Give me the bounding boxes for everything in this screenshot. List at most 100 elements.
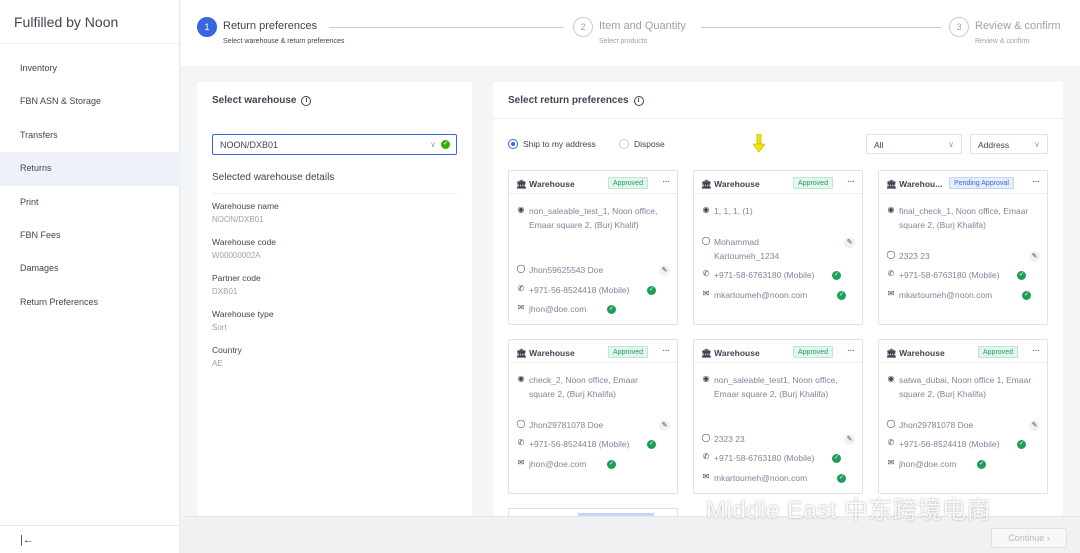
card-title: Warehouse <box>899 348 945 358</box>
divider <box>509 193 677 194</box>
user-icon: ◯ <box>701 433 711 442</box>
step-title: Return preferences <box>223 20 318 32</box>
field-value: AE <box>212 359 223 368</box>
card-address: final_check_1, Noon office, Emaar square… <box>899 206 1029 230</box>
more-options-icon[interactable]: ··· <box>1032 176 1040 187</box>
divider <box>694 193 862 194</box>
sidebar-nav: Inventory FBN ASN & Storage Transfers Re… <box>0 52 180 319</box>
card-phone: +971-58-6763180 (Mobile) <box>714 453 815 463</box>
card-header: 🏛 Warehouse <box>701 179 766 190</box>
card-contact-name: 2323 23 <box>899 251 930 261</box>
field-value: W00000002A <box>212 251 261 260</box>
verified-icon: ✓ <box>1022 291 1031 300</box>
verified-icon: ✓ <box>837 474 846 483</box>
continue-button[interactable]: Continue › <box>991 528 1067 548</box>
watermark: Middle East 中东跨境电商 <box>706 497 992 524</box>
status-badge: Approved <box>793 346 833 358</box>
address-card[interactable]: 🏛 Warehouse Approved ··· ◉ satwa_dubai, Noon… <box>878 339 1048 494</box>
location-pin-icon: ◉ <box>517 374 525 383</box>
user-icon: ◯ <box>516 264 526 273</box>
sidebar-item-return-preferences[interactable]: Return Preferences <box>0 286 180 319</box>
address-card[interactable]: 🏛 Warehouse Approved ··· ◉ check_2, Noon off… <box>508 339 678 494</box>
verified-icon: ✓ <box>977 460 986 469</box>
edit-icon[interactable]: ✎ <box>844 237 855 248</box>
divider <box>879 362 1047 363</box>
info-icon[interactable]: i <box>633 96 644 106</box>
more-options-icon[interactable]: ··· <box>662 176 670 187</box>
step-subtitle: Select warehouse & return preferences <box>223 38 345 45</box>
warehouse-panel: Select warehouse i NOON/DXB01 ∨ ✓ Selecte… <box>197 82 472 522</box>
sidebar-item-fbn-fees[interactable]: FBN Fees <box>0 219 180 252</box>
ship-radio[interactable] <box>508 139 518 149</box>
card-phone: +971-58-6763180 (Mobile) <box>714 270 815 280</box>
warehouse-panel-title: Select warehouse i <box>212 95 312 106</box>
divider <box>493 118 1063 119</box>
card-email: mkartoumeh@noon.com <box>899 290 993 300</box>
card-email: jhon@doe.com <box>899 459 957 469</box>
card-title: Warehouse <box>714 179 760 189</box>
details-title: Selected warehouse details <box>212 172 335 183</box>
sidebar-item-returns[interactable]: Returns <box>0 152 180 186</box>
edit-icon[interactable]: ✎ <box>659 265 670 276</box>
step-number: 3 <box>949 17 969 37</box>
address-card[interactable]: 🏛 Warehouse Approved ··· ◉ non_saleable_test… <box>693 339 863 494</box>
field-label: Warehouse type <box>212 309 274 319</box>
address-card[interactable]: 🏛 Warehou... Pending Approval ··· ◉ final_ch… <box>878 170 1048 325</box>
step-number: 1 <box>197 17 217 37</box>
step-subtitle: Select products <box>599 38 648 45</box>
sidebar-item-transfers[interactable]: Transfers <box>0 119 180 152</box>
sidebar-item-damages[interactable]: Damages <box>0 252 180 285</box>
card-address: non_saleable_test_1, Noon office, Emaar … <box>529 206 658 230</box>
user-icon: ◯ <box>886 250 896 259</box>
more-options-icon[interactable]: ··· <box>847 176 855 187</box>
user-icon: ◯ <box>701 236 711 245</box>
address-card[interactable]: 🏛 Warehouse Approved ··· ◉ non_saleable_test… <box>508 170 678 325</box>
bank-icon: 🏛 <box>516 179 527 189</box>
mail-icon: ✉ <box>517 458 525 467</box>
card-phone: +971-56-8524418 (Mobile) <box>899 439 1000 449</box>
warehouse-select[interactable]: NOON/DXB01 ∨ ✓ <box>212 134 457 155</box>
chevron-down-icon: ∨ <box>430 140 436 149</box>
collapse-sidebar-icon[interactable]: |← <box>0 525 180 553</box>
card-header: 🏛 Warehouse <box>886 348 951 359</box>
verified-icon: ✓ <box>607 460 616 469</box>
phone-icon: ✆ <box>887 269 895 278</box>
divider <box>879 193 1047 194</box>
user-icon: ◯ <box>886 419 896 428</box>
dispose-radio-label[interactable]: Dispose <box>634 139 665 149</box>
info-icon[interactable]: i <box>301 96 312 106</box>
card-contact-name: 2323 23 <box>714 434 745 444</box>
card-title: Warehouse <box>529 179 575 189</box>
edit-icon[interactable]: ✎ <box>844 434 855 445</box>
more-options-icon[interactable]: ··· <box>1032 345 1040 356</box>
edit-icon[interactable]: ✎ <box>1029 251 1040 262</box>
phone-icon: ✆ <box>517 284 525 293</box>
card-contact-name: Jhon29781078 Doe <box>529 420 604 430</box>
more-options-icon[interactable]: ··· <box>847 345 855 356</box>
mail-icon: ✉ <box>517 303 525 312</box>
phone-icon: ✆ <box>887 438 895 447</box>
step-title: Item and Quantity <box>599 20 686 32</box>
continue-label: Continue <box>1008 533 1045 543</box>
ship-radio-label[interactable]: Ship to my address <box>523 139 596 149</box>
mail-icon: ✉ <box>887 458 895 467</box>
verified-icon: ✓ <box>837 291 846 300</box>
verified-icon: ✓ <box>647 286 656 295</box>
edit-icon[interactable]: ✎ <box>659 420 670 431</box>
dispose-radio[interactable] <box>619 139 629 149</box>
more-options-icon[interactable]: ··· <box>662 345 670 356</box>
mail-icon: ✉ <box>887 289 895 298</box>
type-filter[interactable]: Address ∨ <box>970 134 1048 154</box>
step-connector <box>701 27 941 28</box>
edit-icon[interactable]: ✎ <box>1029 420 1040 431</box>
address-card[interactable]: 🏛 Warehouse Approved ··· ◉ 1, 1, 1, (1) ◯ Moha… <box>693 170 863 325</box>
warehouse-title-text: Select warehouse <box>212 95 297 106</box>
status-filter-value: All <box>874 140 884 150</box>
sidebar-item-print[interactable]: Print <box>0 186 180 219</box>
sidebar-item-inventory[interactable]: Inventory <box>0 52 180 85</box>
type-filter-value: Address <box>978 140 1010 150</box>
verified-icon: ✓ <box>1017 271 1026 280</box>
sidebar-item-fbn-asn-storage[interactable]: FBN ASN & Storage <box>0 85 180 118</box>
status-filter[interactable]: All ∨ <box>866 134 962 154</box>
chevron-down-icon: ∨ <box>948 140 954 149</box>
